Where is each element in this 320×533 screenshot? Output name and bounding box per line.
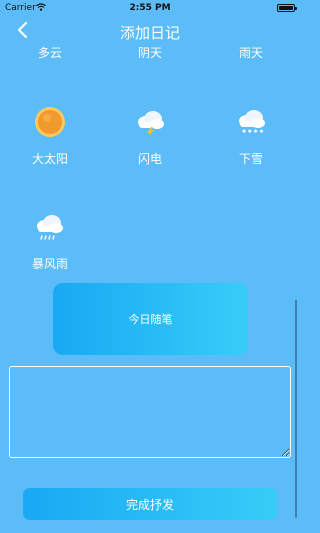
weather-option-rain[interactable]: 雨天 — [211, 44, 291, 61]
weather-option-storm[interactable]: 暴风雨 — [10, 255, 90, 272]
weather-option-snow[interactable]: 下雪 — [211, 150, 291, 167]
snow-icon[interactable]: ✱ ✱ ✱ ✱ — [235, 106, 267, 138]
weather-option-overcast[interactable]: 阴天 — [110, 44, 190, 61]
storm-icon[interactable] — [33, 212, 65, 244]
nav-bar: 添加日记 — [0, 16, 300, 44]
diary-text-area[interactable] — [9, 366, 291, 458]
battery-icon — [277, 4, 297, 12]
today-notes-button[interactable]: 今日随笔 — [53, 283, 248, 355]
weather-option-lightning[interactable]: 闪电 — [110, 150, 190, 167]
status-bar: Carrier 2:55 PM — [0, 0, 300, 16]
today-notes-label: 今日随笔 — [128, 313, 173, 326]
scrollbar[interactable] — [295, 300, 297, 518]
svg-text:✱ ✱ ✱ ✱: ✱ ✱ ✱ ✱ — [242, 129, 264, 135]
page-title: 添加日记 — [119, 24, 180, 42]
submit-button[interactable]: 完成抒发 — [23, 488, 277, 520]
weather-option-sunny[interactable]: 大太阳 — [10, 150, 90, 167]
weather-option-cloudy[interactable]: 多云 — [10, 44, 90, 61]
status-time: 2:55 PM — [129, 3, 171, 13]
sun-icon[interactable] — [34, 106, 66, 138]
lightning-icon[interactable] — [134, 106, 166, 138]
submit-button-label: 完成抒发 — [125, 497, 174, 512]
